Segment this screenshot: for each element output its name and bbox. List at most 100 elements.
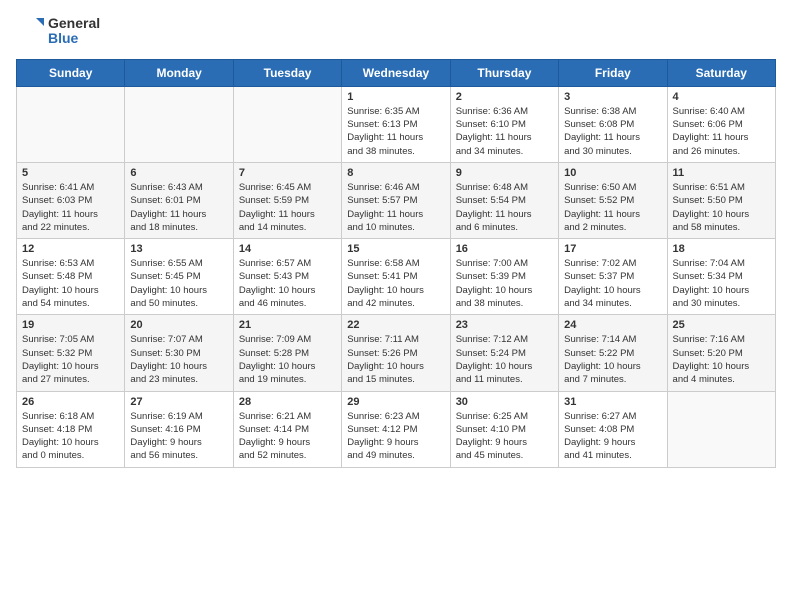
calendar-day-cell: 16Sunrise: 7:00 AMSunset: 5:39 PMDayligh… bbox=[450, 239, 558, 315]
calendar-day-cell: 19 Sunrise: 7:05 AMSunset: 5:32 PMDayligh… bbox=[17, 315, 125, 391]
day-number: 18 bbox=[673, 243, 770, 255]
day-number: 29 bbox=[347, 396, 444, 408]
calendar-table: SundayMondayTuesdayWednesdayThursdayFrid… bbox=[16, 59, 776, 468]
calendar-day-cell: 29 Sunrise: 6:23 AMSunset: 4:12 PMDayligh… bbox=[342, 391, 450, 467]
day-info: Sunrise: 7:12 AMSunset: 5:24 PMDaylight:… bbox=[456, 333, 553, 386]
day-info: Sunrise: 6:43 AMSunset: 6:01 PMDaylight:… bbox=[130, 181, 227, 234]
day-info: Sunrise: 7:07 AMSunset: 5:30 PMDaylight:… bbox=[130, 333, 227, 386]
weekday-header: Wednesday bbox=[342, 59, 450, 86]
day-info: Sunrise: 6:46 AMSunset: 5:57 PMDaylight:… bbox=[347, 181, 444, 234]
day-number: 9 bbox=[456, 167, 553, 179]
day-info: Sunrise: 6:40 AMSunset: 6:06 PMDaylight:… bbox=[673, 105, 770, 158]
calendar-day-cell: 27Sunrise: 6:19 AMSunset: 4:16 PMDayligh… bbox=[125, 391, 233, 467]
day-number: 12 bbox=[22, 243, 119, 255]
calendar-day-cell bbox=[17, 86, 125, 162]
weekday-header: Sunday bbox=[17, 59, 125, 86]
day-number: 22 bbox=[347, 319, 444, 331]
calendar-day-cell: 30 Sunrise: 6:25 AMSunset: 4:10 PMDayligh… bbox=[450, 391, 558, 467]
calendar-week-row: 1 Sunrise: 6:35 AMSunset: 6:13 PMDaylight… bbox=[17, 86, 776, 162]
weekday-header: Monday bbox=[125, 59, 233, 86]
calendar-day-cell: 15 Sunrise: 6:58 AMSunset: 5:41 PMDayligh… bbox=[342, 239, 450, 315]
day-info: Sunrise: 6:23 AMSunset: 4:12 PMDaylight:… bbox=[347, 410, 444, 463]
page-header: General Blue bbox=[16, 16, 776, 47]
day-number: 27 bbox=[130, 396, 227, 408]
logo-icon bbox=[16, 16, 46, 46]
calendar-day-cell: 31 Sunrise: 6:27 AMSunset: 4:08 PMDayligh… bbox=[559, 391, 667, 467]
calendar-day-cell: 5Sunrise: 6:41 AMSunset: 6:03 PMDaylight… bbox=[17, 162, 125, 238]
calendar-day-cell: 25Sunrise: 7:16 AMSunset: 5:20 PMDayligh… bbox=[667, 315, 775, 391]
calendar-day-cell: 6Sunrise: 6:43 AMSunset: 6:01 PMDaylight… bbox=[125, 162, 233, 238]
calendar-day-cell bbox=[233, 86, 341, 162]
calendar-day-cell: 7Sunrise: 6:45 AMSunset: 5:59 PMDaylight… bbox=[233, 162, 341, 238]
day-info: Sunrise: 6:51 AMSunset: 5:50 PMDaylight:… bbox=[673, 181, 770, 234]
calendar-week-row: 26Sunrise: 6:18 AMSunset: 4:18 PMDayligh… bbox=[17, 391, 776, 467]
day-number: 13 bbox=[130, 243, 227, 255]
day-info: Sunrise: 6:35 AMSunset: 6:13 PMDaylight:… bbox=[347, 105, 444, 158]
day-info: Sunrise: 7:05 AMSunset: 5:32 PMDaylight:… bbox=[22, 333, 119, 386]
calendar-day-cell: 2Sunrise: 6:36 AMSunset: 6:10 PMDaylight… bbox=[450, 86, 558, 162]
day-info: Sunrise: 6:50 AMSunset: 5:52 PMDaylight:… bbox=[564, 181, 661, 234]
day-info: Sunrise: 6:55 AMSunset: 5:45 PMDaylight:… bbox=[130, 257, 227, 310]
calendar-day-cell: 17 Sunrise: 7:02 AMSunset: 5:37 PMDayligh… bbox=[559, 239, 667, 315]
day-info: Sunrise: 6:36 AMSunset: 6:10 PMDaylight:… bbox=[456, 105, 553, 158]
day-number: 30 bbox=[456, 396, 553, 408]
day-info: Sunrise: 6:45 AMSunset: 5:59 PMDaylight:… bbox=[239, 181, 336, 234]
calendar-day-cell: 21 Sunrise: 7:09 AMSunset: 5:28 PMDayligh… bbox=[233, 315, 341, 391]
calendar-day-cell: 1 Sunrise: 6:35 AMSunset: 6:13 PMDaylight… bbox=[342, 86, 450, 162]
weekday-header: Thursday bbox=[450, 59, 558, 86]
calendar-day-cell: 4 Sunrise: 6:40 AMSunset: 6:06 PMDaylight… bbox=[667, 86, 775, 162]
day-number: 17 bbox=[564, 243, 661, 255]
day-number: 19 bbox=[22, 319, 119, 331]
calendar-day-cell: 9 Sunrise: 6:48 AMSunset: 5:54 PMDaylight… bbox=[450, 162, 558, 238]
logo-text-block: General Blue bbox=[16, 16, 100, 47]
calendar-day-cell: 18 Sunrise: 7:04 AMSunset: 5:34 PMDayligh… bbox=[667, 239, 775, 315]
calendar-day-cell: 8 Sunrise: 6:46 AMSunset: 5:57 PMDaylight… bbox=[342, 162, 450, 238]
day-number: 23 bbox=[456, 319, 553, 331]
day-info: Sunrise: 7:11 AMSunset: 5:26 PMDaylight:… bbox=[347, 333, 444, 386]
day-number: 15 bbox=[347, 243, 444, 255]
calendar-day-cell bbox=[667, 391, 775, 467]
calendar-day-cell: 28Sunrise: 6:21 AMSunset: 4:14 PMDayligh… bbox=[233, 391, 341, 467]
day-info: Sunrise: 7:02 AMSunset: 5:37 PMDaylight:… bbox=[564, 257, 661, 310]
day-info: Sunrise: 6:27 AMSunset: 4:08 PMDaylight:… bbox=[564, 410, 661, 463]
calendar-day-cell: 3 Sunrise: 6:38 AMSunset: 6:08 PMDaylight… bbox=[559, 86, 667, 162]
weekday-header: Saturday bbox=[667, 59, 775, 86]
calendar-day-cell: 23 Sunrise: 7:12 AMSunset: 5:24 PMDayligh… bbox=[450, 315, 558, 391]
day-number: 3 bbox=[564, 91, 661, 103]
day-info: Sunrise: 6:41 AMSunset: 6:03 PMDaylight:… bbox=[22, 181, 119, 234]
day-number: 8 bbox=[347, 167, 444, 179]
calendar-day-cell bbox=[125, 86, 233, 162]
calendar-day-cell: 24Sunrise: 7:14 AMSunset: 5:22 PMDayligh… bbox=[559, 315, 667, 391]
calendar-day-cell: 13 Sunrise: 6:55 AMSunset: 5:45 PMDayligh… bbox=[125, 239, 233, 315]
day-info: Sunrise: 6:57 AMSunset: 5:43 PMDaylight:… bbox=[239, 257, 336, 310]
day-info: Sunrise: 6:58 AMSunset: 5:41 PMDaylight:… bbox=[347, 257, 444, 310]
calendar-week-row: 19 Sunrise: 7:05 AMSunset: 5:32 PMDayligh… bbox=[17, 315, 776, 391]
day-number: 4 bbox=[673, 91, 770, 103]
calendar-day-cell: 12 Sunrise: 6:53 AMSunset: 5:48 PMDayligh… bbox=[17, 239, 125, 315]
day-info: Sunrise: 6:53 AMSunset: 5:48 PMDaylight:… bbox=[22, 257, 119, 310]
logo-line1: General bbox=[48, 16, 100, 31]
day-info: Sunrise: 7:14 AMSunset: 5:22 PMDaylight:… bbox=[564, 333, 661, 386]
day-number: 14 bbox=[239, 243, 336, 255]
day-number: 20 bbox=[130, 319, 227, 331]
day-info: Sunrise: 7:04 AMSunset: 5:34 PMDaylight:… bbox=[673, 257, 770, 310]
day-info: Sunrise: 7:09 AMSunset: 5:28 PMDaylight:… bbox=[239, 333, 336, 386]
day-info: Sunrise: 7:00 AMSunset: 5:39 PMDaylight:… bbox=[456, 257, 553, 310]
day-number: 11 bbox=[673, 167, 770, 179]
calendar-week-row: 5Sunrise: 6:41 AMSunset: 6:03 PMDaylight… bbox=[17, 162, 776, 238]
calendar-day-cell: 14 Sunrise: 6:57 AMSunset: 5:43 PMDayligh… bbox=[233, 239, 341, 315]
day-info: Sunrise: 6:38 AMSunset: 6:08 PMDaylight:… bbox=[564, 105, 661, 158]
calendar-day-cell: 20 Sunrise: 7:07 AMSunset: 5:30 PMDayligh… bbox=[125, 315, 233, 391]
day-info: Sunrise: 6:48 AMSunset: 5:54 PMDaylight:… bbox=[456, 181, 553, 234]
day-info: Sunrise: 6:25 AMSunset: 4:10 PMDaylight:… bbox=[456, 410, 553, 463]
day-number: 31 bbox=[564, 396, 661, 408]
calendar-day-cell: 10Sunrise: 6:50 AMSunset: 5:52 PMDayligh… bbox=[559, 162, 667, 238]
day-number: 1 bbox=[347, 91, 444, 103]
day-number: 28 bbox=[239, 396, 336, 408]
weekday-header-row: SundayMondayTuesdayWednesdayThursdayFrid… bbox=[17, 59, 776, 86]
calendar-day-cell: 11 Sunrise: 6:51 AMSunset: 5:50 PMDayligh… bbox=[667, 162, 775, 238]
calendar-day-cell: 22 Sunrise: 7:11 AMSunset: 5:26 PMDayligh… bbox=[342, 315, 450, 391]
day-number: 25 bbox=[673, 319, 770, 331]
day-number: 26 bbox=[22, 396, 119, 408]
day-number: 21 bbox=[239, 319, 336, 331]
